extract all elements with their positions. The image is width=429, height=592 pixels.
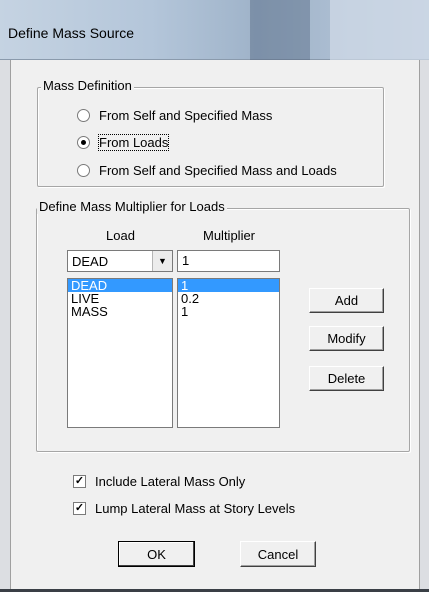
load-combo[interactable]: DEAD ▼ [67,250,173,272]
add-button[interactable]: Add [309,288,384,313]
title-bar-glass [330,0,429,60]
load-combo-value: DEAD [72,253,109,269]
multiplier-column-header: Multiplier [203,228,256,243]
radio-button[interactable] [77,164,90,177]
radio-from-self-specified-mass-and-loads[interactable]: From Self and Specified Mass and Loads [77,163,337,178]
radio-from-self-and-specified-mass[interactable]: From Self and Specified Mass [77,108,272,123]
radio-label: From Self and Specified Mass and Loads [99,163,337,178]
radio-button[interactable] [77,109,90,122]
radio-from-loads[interactable]: From Loads [77,134,170,151]
checkmark-icon[interactable]: ✓ [73,475,86,488]
radio-button[interactable] [77,136,90,149]
radio-label: From Self and Specified Mass [99,108,273,123]
mass-multiplier-legend: Define Mass Multiplier for Loads [37,199,227,214]
list-item[interactable]: 1 [178,305,279,318]
load-list[interactable]: DEAD LIVE MASS [67,278,173,428]
title-bar[interactable]: Define Mass Source [0,0,429,60]
checkbox-label: Include Lateral Mass Only [95,474,246,489]
load-column-header: Load [106,228,135,243]
radio-label: From Loads [97,134,170,151]
chevron-down-icon[interactable]: ▼ [152,251,172,271]
checkbox-label: Lump Lateral Mass at Story Levels [95,501,296,516]
lump-lateral-mass-checkbox-row[interactable]: ✓ Lump Lateral Mass at Story Levels [73,501,295,516]
multiplier-input[interactable]: 1 [177,250,280,272]
multiplier-list[interactable]: 1 0.2 1 [177,278,280,428]
checkmark-icon[interactable]: ✓ [73,502,86,515]
ok-button[interactable]: OK [118,541,195,567]
title-bar-glass [250,0,310,60]
window-title: Define Mass Source [8,25,135,41]
list-item[interactable]: 0.2 [178,292,279,305]
cancel-button[interactable]: Cancel [240,541,316,567]
list-item[interactable]: MASS [68,305,172,318]
modify-button[interactable]: Modify [309,326,384,351]
delete-button[interactable]: Delete [309,366,384,391]
include-lateral-mass-checkbox-row[interactable]: ✓ Include Lateral Mass Only [73,474,245,489]
mass-definition-legend: Mass Definition [41,78,134,93]
